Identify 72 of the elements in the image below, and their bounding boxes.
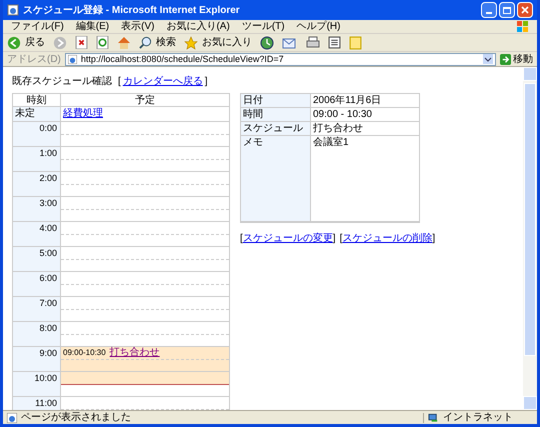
time-cell: 11:00 [13,397,61,410]
page-icon [68,54,77,64]
time-cell: 未定 [13,107,61,121]
stop-icon[interactable] [75,36,88,49]
detail-value: 会議室1 [312,136,350,150]
go-arrow-icon [500,54,511,64]
scrollbar[interactable] [523,67,537,410]
time-cell: 7:00 [13,297,61,321]
column-header: 時刻 [13,94,61,106]
time-cell: 8:00 [13,322,61,346]
menu-item[interactable]: ツール(T) [242,22,285,32]
time-cell: 2:00 [13,172,61,196]
page-icon [7,4,19,16]
document-icon[interactable] [328,36,341,49]
detail-label: 日付 [241,94,311,107]
task-link[interactable]: 経費処理 [63,108,103,119]
close-button[interactable] [517,2,533,18]
bracket-text: ] [332,232,336,246]
refresh-icon[interactable] [96,36,109,49]
search-button[interactable]: 検索 [139,35,176,50]
favorites-button[interactable]: お気に入り [184,35,252,50]
event-time: 09:00-10:30 [63,347,106,359]
bracket-text: ] [204,75,208,89]
menu-item[interactable]: 編集(E) [76,22,110,32]
action-link[interactable]: スケジュールの変更 [242,231,333,246]
address-label: アドレス(D) [7,52,61,66]
minimize-button[interactable] [481,2,497,18]
search-icon [139,36,152,49]
page-heading: 既存スケジュール確認 [12,74,112,89]
action-link[interactable]: スケジュールの削除 [342,231,432,246]
time-cell: 10:00 [13,372,61,396]
menu-item[interactable]: お気に入り(A) [166,22,230,32]
window-title: スケジュール登録 - Microsoft Internet Explorer [23,4,240,18]
page-icon [7,412,17,422]
home-icon[interactable] [117,36,131,50]
time-cell: 1:00 [13,147,61,171]
detail-label: メモ [241,136,311,221]
time-cell: 6:00 [13,272,61,296]
zone-text: イントラネット [443,412,513,422]
close-icon [521,6,529,14]
time-cell: 5:00 [13,247,61,271]
bracket-text: [ [240,232,243,246]
go-button[interactable]: 移動 [500,52,533,66]
network-icon [428,412,439,422]
time-cell: 4:00 [13,222,61,246]
menu-item[interactable]: ファイル(F) [11,22,64,32]
menu-item[interactable]: ヘルプ(H) [296,22,340,32]
back-to-calendar-link[interactable]: カレンダーへ戻る [122,74,203,89]
bracket-text: ] [432,232,436,246]
menu-item[interactable]: 表示(V) [121,22,154,32]
detail-value: 2006年11月6日 [312,94,382,107]
detail-value: 09:00 - 10:30 [312,108,373,121]
dropdown-icon[interactable] [483,54,493,64]
maximize-button[interactable] [499,2,515,18]
star-icon [184,36,198,50]
bracket-text: [ [118,75,121,89]
history-icon[interactable] [260,36,274,50]
bracket-text: [ [340,232,342,246]
windows-logo-icon [517,20,529,32]
column-header: 予定 [134,94,156,106]
back-button[interactable]: 戻る [7,35,45,50]
status-text: ページが表示されました [21,412,131,422]
mail-icon[interactable] [282,36,298,50]
detail-value: 打ち合わせ [312,122,364,135]
printer-icon[interactable] [306,36,320,50]
time-cell: 9:00 [13,347,61,371]
detail-label: スケジュール [241,122,311,135]
detail-label: 時間 [241,108,311,121]
time-cell: 3:00 [13,197,61,221]
time-cell: 0:00 [13,122,61,146]
event-link[interactable]: 打ち合わせ [110,347,160,359]
address-field[interactable]: http://localhost:8080/schedule/ScheduleView?ID=7 [64,52,496,66]
